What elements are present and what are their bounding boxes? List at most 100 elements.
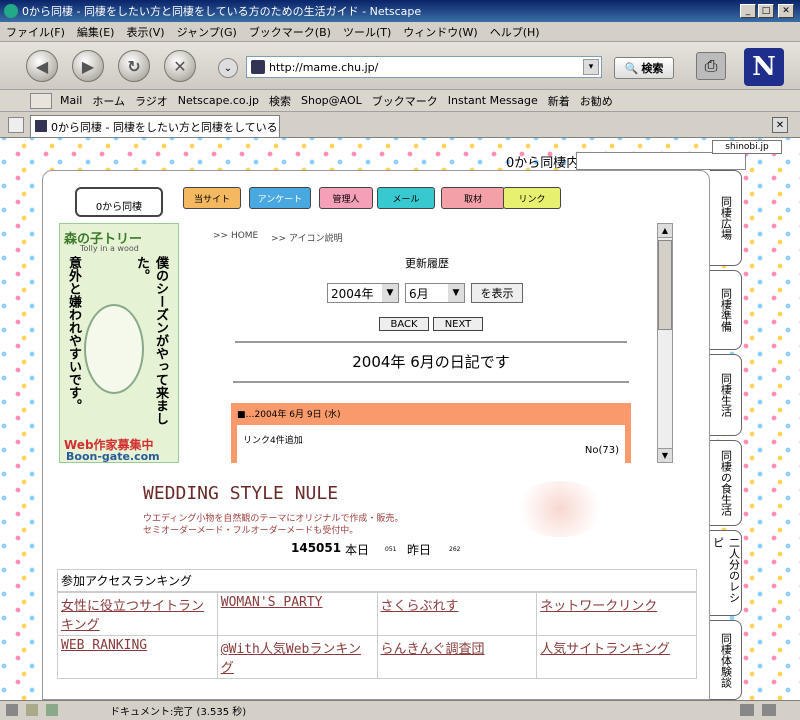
bookmark-shop[interactable]: Shop@AOL bbox=[301, 94, 362, 107]
ranking-cell: さくらぶれす bbox=[376, 592, 538, 636]
magnifier-icon: 🔍 bbox=[624, 61, 639, 75]
ranking-cell: ネットワークリンク bbox=[536, 592, 697, 636]
rose-image-icon bbox=[515, 481, 605, 537]
composer-icon[interactable] bbox=[26, 704, 38, 716]
bookmark-im[interactable]: Instant Message bbox=[448, 94, 538, 107]
month-value: 6月 bbox=[409, 286, 429, 301]
year-select[interactable]: 2004年 ▼ bbox=[327, 283, 399, 303]
forward-button[interactable]: ▶ bbox=[72, 50, 104, 82]
url-dropdown-icon[interactable]: ▾ bbox=[583, 59, 599, 75]
main-panel: 0から同棲 当サイト アンケート 管理人 メール 取材 リンク 森の子トリー T… bbox=[42, 170, 710, 700]
bookmark-radio[interactable]: ラジオ bbox=[135, 93, 168, 109]
url-field[interactable]: http://mame.chu.jp/ ▾ bbox=[246, 56, 602, 78]
wedding-title[interactable]: WEDDING STYLE NULE bbox=[143, 483, 338, 504]
counter-yesterday-label: 昨日 bbox=[407, 543, 432, 557]
side-tab-food[interactable]: 同棲の食生活 bbox=[710, 440, 742, 526]
ranking-link[interactable]: WOMAN'S PARTY bbox=[221, 595, 323, 610]
menu-file[interactable]: ファイル(F) bbox=[6, 24, 65, 40]
scroll-down-icon[interactable]: ▼ bbox=[658, 448, 672, 462]
side-tab-recipe[interactable]: 二人分のレシピ bbox=[710, 530, 742, 616]
nav-admin-button[interactable]: 管理人 bbox=[319, 187, 373, 209]
nav-mail-button[interactable]: メール bbox=[377, 187, 435, 209]
ranking-link[interactable]: 人気サイトランキング bbox=[540, 642, 670, 657]
diary-entry: ■…2004年 6月 9日 (水) リンク4件追加 No(73) bbox=[231, 403, 631, 463]
menu-tools[interactable]: ツール(T) bbox=[343, 24, 391, 40]
nav-about-button[interactable]: 当サイト bbox=[183, 187, 241, 209]
minimize-button[interactable]: _ bbox=[740, 4, 756, 18]
maximize-button[interactable]: □ bbox=[758, 4, 774, 18]
ranking-link[interactable]: らんきんぐ調査団 bbox=[381, 642, 485, 657]
side-tab-plaza[interactable]: 同棲広場 bbox=[710, 170, 742, 266]
back-button[interactable]: ◀ bbox=[26, 50, 58, 82]
shinobi-badge[interactable]: shinobi.jp bbox=[712, 140, 782, 154]
tab-label: 0から同棲 - 同棲をしたい方と同棲をしている... bbox=[51, 120, 280, 134]
counter-total: 145051 bbox=[291, 541, 342, 555]
site-favicon-icon bbox=[251, 60, 265, 74]
side-tab-experience[interactable]: 同棲体験談 bbox=[710, 620, 742, 700]
menu-go[interactable]: ジャンプ(G) bbox=[177, 24, 237, 40]
side-tabs: 同棲広場 同棲準備 同棲生活 同棲の食生活 二人分のレシピ 同棲体験談 bbox=[710, 170, 744, 700]
iframe-scrollbar[interactable]: ▲ ▼ bbox=[657, 223, 673, 463]
ranking-cell: WEB RANKING bbox=[57, 635, 218, 679]
navigation-toolbar: ◀ ▶ ↻ ✕ ⌄ http://mame.chu.jp/ ▾ 🔍 検索 ⎙ N bbox=[0, 42, 800, 90]
reload-button[interactable]: ↻ bbox=[118, 50, 150, 82]
bookmark-mail[interactable]: Mail bbox=[60, 94, 82, 107]
ranking-link[interactable]: さくらぶれす bbox=[381, 599, 459, 614]
history-dropdown-button[interactable]: ⌄ bbox=[218, 58, 238, 78]
print-icon[interactable]: ⎙ bbox=[696, 52, 726, 80]
chevron-down-icon: ▼ bbox=[382, 284, 398, 302]
breadcrumb-home[interactable]: >> HOME bbox=[213, 231, 258, 241]
side-tab-life[interactable]: 同棲生活 bbox=[710, 354, 742, 436]
ranking-cell: 人気サイトランキング bbox=[536, 635, 697, 679]
menu-bookmarks[interactable]: ブックマーク(B) bbox=[249, 24, 331, 40]
nav-link-button[interactable]: リンク bbox=[503, 187, 561, 209]
bookmark-netscape[interactable]: Netscape.co.jp bbox=[178, 94, 259, 107]
ranking-link[interactable]: 女性に役立つサイトランキング bbox=[61, 599, 204, 633]
menu-help[interactable]: ヘルプ(H) bbox=[490, 24, 540, 40]
ad-url: Boon-gate.com bbox=[66, 450, 160, 463]
nav-interview-button[interactable]: 取材 bbox=[441, 187, 505, 209]
scroll-thumb[interactable] bbox=[658, 240, 672, 330]
netscape-logo[interactable]: N bbox=[744, 48, 784, 86]
year-value: 2004年 bbox=[331, 286, 374, 301]
side-tab-preparation[interactable]: 同棲準備 bbox=[710, 270, 742, 350]
bookmark-search[interactable]: 検索 bbox=[269, 93, 291, 109]
menu-edit[interactable]: 編集(E) bbox=[77, 24, 115, 40]
mail-status-icon[interactable] bbox=[6, 704, 18, 716]
back-arrow-icon: ◀ bbox=[35, 56, 49, 76]
tab-list-icon[interactable] bbox=[8, 117, 24, 133]
im-icon[interactable] bbox=[46, 704, 58, 716]
breadcrumb-icon-help[interactable]: >> アイコン説明 bbox=[271, 231, 343, 244]
month-select[interactable]: 6月 ▼ bbox=[405, 283, 465, 303]
bookmark-new[interactable]: 新着 bbox=[548, 93, 570, 109]
menu-window[interactable]: ウィンドウ(W) bbox=[403, 24, 477, 40]
nav-survey-button[interactable]: アンケート bbox=[249, 187, 311, 209]
bookmark-bookmarks[interactable]: ブックマーク bbox=[372, 93, 438, 109]
security-lock-icon[interactable] bbox=[762, 704, 776, 716]
stop-button[interactable]: ✕ bbox=[164, 50, 196, 82]
ranking-link[interactable]: @With人気Webランキング bbox=[221, 642, 361, 676]
ranking-link[interactable]: WEB RANKING bbox=[61, 638, 147, 653]
close-window-button[interactable]: ✕ bbox=[778, 4, 794, 18]
title-bar: 0から同棲 - 同棲をしたい方と同棲をしている方のための生活ガイド - Nets… bbox=[0, 0, 800, 22]
ad-banner[interactable]: 森の子トリー Tolly in a wood 僕のシーズンがやって来ました。 意… bbox=[59, 223, 179, 463]
menu-view[interactable]: 表示(V) bbox=[126, 24, 164, 40]
connection-icon bbox=[740, 704, 754, 716]
bookmark-recommend[interactable]: お勧め bbox=[580, 93, 613, 109]
bookmark-home[interactable]: ホーム bbox=[92, 93, 125, 109]
counter-yesterday: 262 bbox=[449, 546, 461, 553]
url-text: http://mame.chu.jp/ bbox=[269, 60, 379, 74]
search-button[interactable]: 🔍 検索 bbox=[614, 57, 674, 79]
next-page-button[interactable]: NEXT bbox=[433, 317, 483, 331]
site-logo[interactable]: 0から同棲 bbox=[75, 187, 163, 217]
ad-vertical-text-2: 意外と嫌われやすいです。 bbox=[66, 256, 81, 412]
back-page-button[interactable]: BACK bbox=[379, 317, 429, 331]
tab-current[interactable]: 0から同棲 - 同棲をしたい方と同棲をしている... bbox=[30, 115, 280, 137]
window-title: 0から同棲 - 同棲をしたい方と同棲をしている方のための生活ガイド - Nets… bbox=[22, 5, 422, 18]
close-tab-button[interactable]: ✕ bbox=[772, 117, 788, 133]
netscape-icon bbox=[4, 4, 18, 18]
scroll-up-icon[interactable]: ▲ bbox=[658, 224, 672, 238]
ranking-link[interactable]: ネットワークリンク bbox=[540, 599, 657, 614]
sidebar-toggle-icon[interactable] bbox=[30, 93, 52, 109]
show-button[interactable]: を表示 bbox=[471, 283, 523, 303]
